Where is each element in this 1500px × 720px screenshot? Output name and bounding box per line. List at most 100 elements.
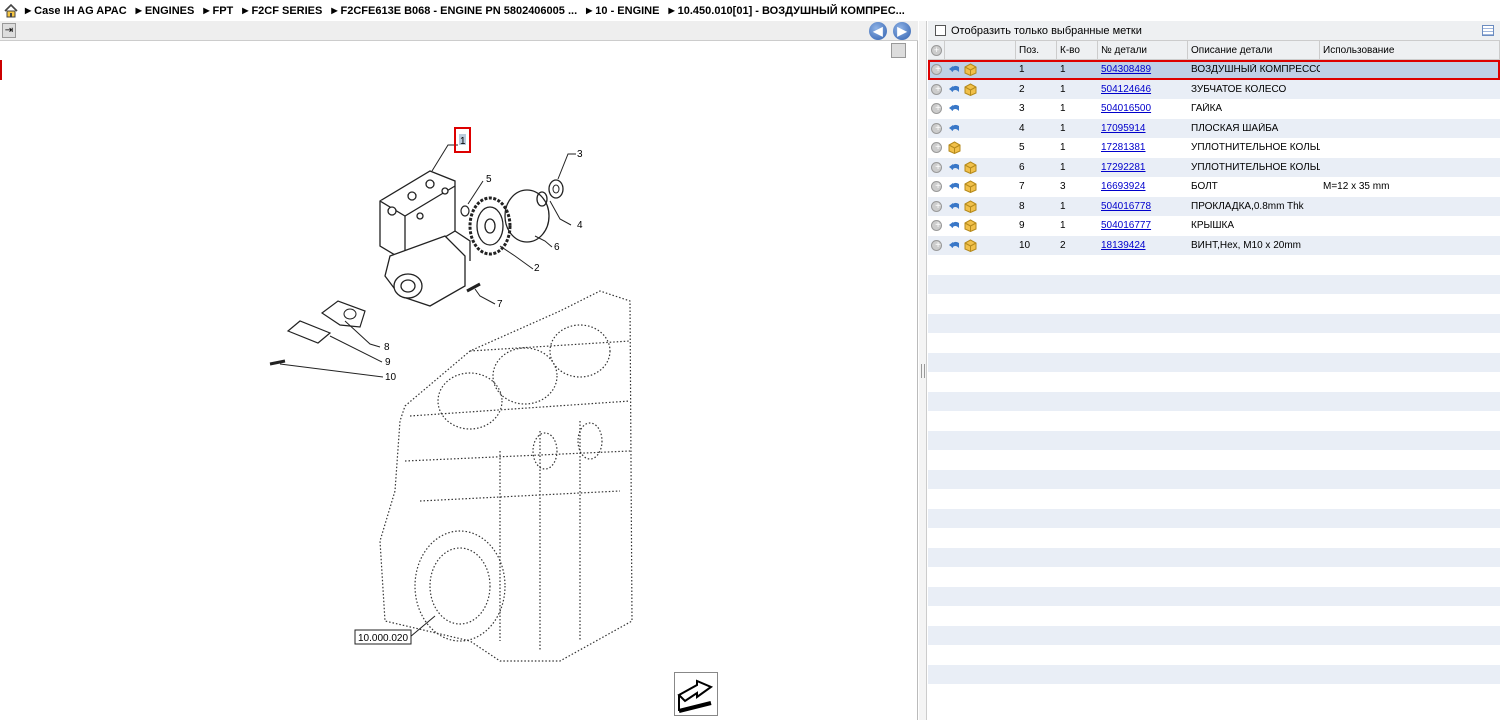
plus-icon[interactable]: + bbox=[931, 200, 942, 212]
plus-icon[interactable]: + bbox=[931, 220, 942, 232]
breadcrumb-item[interactable]: ▶ FPT bbox=[203, 5, 233, 17]
row-icons bbox=[945, 141, 1016, 155]
table-row[interactable]: +5 1 17281381 УПЛОТНИТЕЛЬНОЕ КОЛЬЦ bbox=[928, 138, 1500, 158]
column-pos[interactable]: Поз. bbox=[1016, 41, 1057, 59]
callout-7[interactable]: 7 bbox=[497, 299, 503, 310]
show-selected-checkbox[interactable] bbox=[935, 25, 946, 36]
plus-icon[interactable]: + bbox=[931, 103, 942, 115]
empty-row bbox=[928, 567, 1500, 587]
back-arrow-icon[interactable] bbox=[945, 180, 961, 193]
next-arrow-icon[interactable]: ▶ bbox=[893, 22, 911, 40]
previous-arrow-icon[interactable]: ◀ bbox=[869, 22, 887, 40]
cell-part-number-link[interactable]: 504308489 bbox=[1098, 64, 1188, 75]
table-row[interactable]: +7 3 16693924 БОЛТ M=12 x 35 mm bbox=[928, 177, 1500, 197]
plus-icon[interactable]: + bbox=[931, 142, 942, 154]
cell-part-number-link[interactable]: 18139424 bbox=[1098, 240, 1188, 251]
row-expand[interactable]: + bbox=[928, 239, 945, 251]
back-arrow-icon[interactable] bbox=[945, 63, 961, 76]
plus-icon[interactable]: + bbox=[931, 181, 942, 193]
table-row[interactable]: +6 1 17292281 УПЛОТНИТЕЛЬНОЕ КОЛЬЦ bbox=[928, 157, 1500, 177]
callout-8[interactable]: 8 bbox=[384, 342, 390, 353]
callout-9[interactable]: 9 bbox=[385, 357, 391, 368]
cell-part-number-link[interactable]: 16693924 bbox=[1098, 181, 1188, 192]
box-icon[interactable] bbox=[961, 239, 977, 252]
callout-1[interactable]: 1 bbox=[460, 136, 466, 147]
plus-icon[interactable]: + bbox=[931, 83, 942, 95]
back-arrow-icon[interactable] bbox=[945, 219, 961, 232]
column-qty[interactable]: К-во bbox=[1057, 41, 1098, 59]
table-row[interactable]: +4 1 17095914 ПЛОСКАЯ ШАЙБА bbox=[928, 118, 1500, 138]
table-row[interactable]: +10 2 18139424 ВИНТ,Hex, M10 x 20mm bbox=[928, 235, 1500, 255]
row-expand[interactable]: + bbox=[928, 200, 945, 212]
empty-row bbox=[928, 294, 1500, 314]
plus-icon[interactable]: + bbox=[931, 161, 942, 173]
row-expand[interactable]: + bbox=[928, 64, 945, 76]
breadcrumb-item[interactable]: ▶ ENGINES bbox=[136, 5, 195, 17]
cell-part-number-link[interactable]: 17292281 bbox=[1098, 162, 1188, 173]
row-expand[interactable]: + bbox=[928, 83, 945, 95]
back-arrow-icon[interactable] bbox=[945, 200, 961, 213]
table-row[interactable]: +2 1 504124646 ЗУБЧАТОЕ КОЛЕСО bbox=[928, 79, 1500, 99]
plus-icon[interactable]: + bbox=[931, 122, 942, 134]
callout-2[interactable]: 2 bbox=[534, 263, 540, 274]
column-description[interactable]: Описание детали bbox=[1188, 41, 1320, 59]
box-icon[interactable] bbox=[961, 219, 977, 233]
breadcrumb-item[interactable]: ▶ 10 - ENGINE bbox=[586, 5, 659, 17]
callout-10[interactable]: 10 bbox=[385, 372, 397, 383]
row-icons bbox=[945, 161, 1016, 174]
cell-part-number-link[interactable]: 504016778 bbox=[1098, 201, 1188, 212]
row-expand[interactable]: + bbox=[928, 161, 945, 173]
splitter-grip[interactable] bbox=[921, 364, 925, 378]
cell-part-number-link[interactable]: 17281381 bbox=[1098, 142, 1188, 153]
plus-icon[interactable]: + bbox=[931, 239, 942, 251]
pane-splitter[interactable] bbox=[919, 21, 927, 720]
box-icon[interactable] bbox=[961, 200, 977, 213]
box-icon[interactable] bbox=[961, 161, 977, 174]
breadcrumb-item[interactable]: ▶ Case IH AG APAC bbox=[25, 5, 127, 17]
reference-label[interactable]: 10.000.020 bbox=[358, 633, 408, 644]
back-arrow-icon[interactable] bbox=[945, 83, 961, 96]
box-icon[interactable] bbox=[961, 180, 977, 194]
column-usage[interactable]: Использование bbox=[1320, 41, 1500, 59]
row-expand[interactable]: + bbox=[928, 142, 945, 154]
box-icon[interactable] bbox=[945, 141, 961, 155]
cell-qty: 1 bbox=[1060, 103, 1066, 115]
row-expand[interactable]: + bbox=[928, 220, 945, 232]
breadcrumb-item[interactable]: ▶ F2CF SERIES bbox=[242, 5, 322, 17]
table-row[interactable]: +3 1 504016500 ГАЙКА bbox=[928, 99, 1500, 119]
box-icon[interactable] bbox=[961, 63, 977, 77]
cell-part-number-link[interactable]: 504124646 bbox=[1098, 84, 1188, 95]
box-icon[interactable] bbox=[961, 83, 977, 96]
compressor-drawing bbox=[379, 170, 471, 307]
back-arrow-icon[interactable] bbox=[945, 239, 961, 252]
select-all-column[interactable]: + bbox=[928, 41, 945, 59]
back-arrow-icon[interactable] bbox=[945, 161, 961, 174]
home-icon[interactable] bbox=[3, 3, 19, 19]
cell-qty: 1 bbox=[1060, 142, 1066, 154]
cell-part-number-link[interactable]: 504016777 bbox=[1098, 220, 1188, 231]
cell-pos: 6 bbox=[1019, 161, 1025, 173]
row-expand[interactable]: + bbox=[928, 103, 945, 115]
breadcrumb-item[interactable]: ▶ F2CFE613E B068 - ENGINE PN 5802406005 .… bbox=[331, 5, 577, 17]
cell-qty: 1 bbox=[1060, 64, 1066, 76]
empty-rows bbox=[928, 255, 1500, 704]
back-arrow-icon[interactable] bbox=[945, 122, 961, 135]
cell-part-number-link[interactable]: 504016500 bbox=[1098, 103, 1188, 114]
callout-3[interactable]: 3 bbox=[577, 149, 583, 160]
plus-icon[interactable]: + bbox=[931, 64, 942, 76]
export-arrow-icon[interactable] bbox=[674, 672, 718, 716]
callout-4[interactable]: 4 bbox=[577, 220, 583, 231]
row-expand[interactable]: + bbox=[928, 122, 945, 134]
row-expand[interactable]: + bbox=[928, 181, 945, 193]
back-arrow-icon[interactable] bbox=[945, 102, 961, 115]
grid-view-icon[interactable] bbox=[1482, 25, 1494, 36]
cell-part-number-link[interactable]: 17095914 bbox=[1098, 123, 1188, 134]
table-row[interactable]: +1 1 504308489 ВОЗДУШНЫЙ КОМПРЕССОР bbox=[928, 60, 1500, 80]
table-row[interactable]: +9 1 504016777 КРЫШКА bbox=[928, 216, 1500, 236]
callout-6[interactable]: 6 bbox=[554, 242, 560, 253]
column-part-number[interactable]: № детали bbox=[1098, 41, 1188, 59]
table-row[interactable]: +8 1 504016778 ПРОКЛАДКА,0.8mm Thk bbox=[928, 196, 1500, 216]
toggle-panel-button[interactable]: ⇥ bbox=[2, 23, 16, 38]
callout-5[interactable]: 5 bbox=[486, 174, 492, 185]
empty-row bbox=[928, 684, 1500, 704]
